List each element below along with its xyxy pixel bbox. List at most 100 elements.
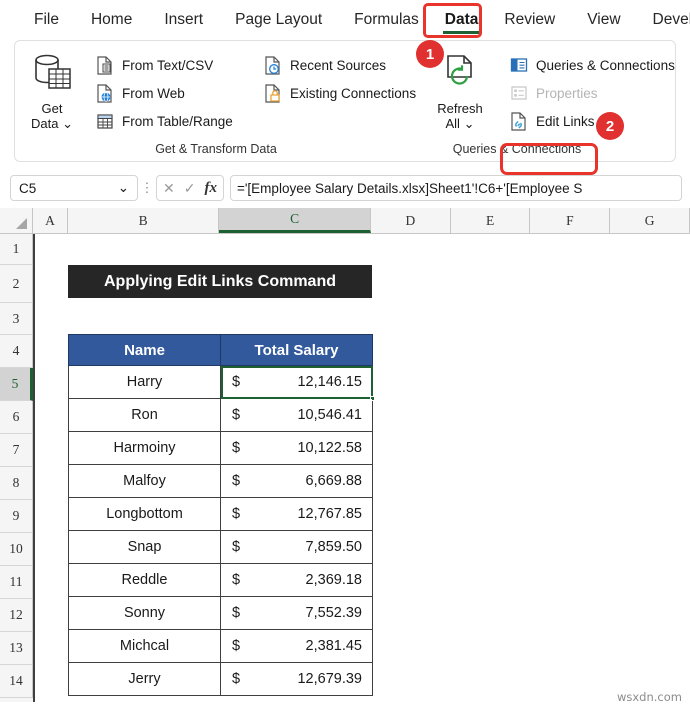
chevron-down-icon[interactable]: ⌄ [118,180,129,196]
row-header-12[interactable]: 12 [0,599,33,632]
formula-input[interactable]: ='[Employee Salary Details.xlsx]Sheet1'!… [229,175,682,201]
salary-table: Name Total Salary Harry $ 12,146.15 Ron … [68,334,375,696]
tab-insert[interactable]: Insert [148,0,219,40]
tab-home[interactable]: Home [75,0,148,40]
cell-name[interactable]: Longbottom [68,497,221,531]
cell-name[interactable]: Sonny [68,596,221,630]
table-row[interactable]: Michcal $ 2,381.45 [68,629,373,663]
tab-file[interactable]: File [18,0,75,40]
enter-icon[interactable]: ✓ [184,180,196,197]
tab-data-label: Data [444,11,479,28]
more-options-icon[interactable]: ⋮ [138,180,156,196]
edit-links-label: Edit Links [536,113,595,129]
table-row[interactable]: Harry $ 12,146.15 [68,365,375,401]
cell-salary[interactable]: $ 10,122.58 [220,431,373,465]
column-header-a[interactable]: A [33,208,68,233]
column-header-e[interactable]: E [450,208,531,233]
cancel-icon[interactable]: ✕ [163,180,175,197]
chevron-down-icon[interactable]: ⌄ [464,116,475,131]
cell-salary[interactable]: $ 12,767.85 [220,497,373,531]
row-header-3[interactable]: 3 [0,303,33,335]
salary-amount: 12,767.85 [297,506,362,522]
select-all-corner[interactable] [0,208,33,233]
cell-salary[interactable]: $ 7,859.50 [220,530,373,564]
row-header-13[interactable]: 13 [0,632,33,665]
get-data-line2: Data [31,116,59,131]
tab-review[interactable]: Review [488,0,571,40]
table-row[interactable]: Jerry $ 12,679.39 [68,662,373,696]
cell-salary[interactable]: $ 12,679.39 [220,662,373,696]
table-row[interactable]: Reddle $ 2,369.18 [68,563,373,597]
cell-name[interactable]: Ron [68,398,221,432]
salary-amount: 2,369.18 [305,572,362,588]
queries-connections-column: Queries & Connections Properties Edit Li… [503,49,675,135]
salary-amount: 7,552.39 [305,605,362,621]
row-header-9[interactable]: 9 [0,500,33,533]
cell-name[interactable]: Jerry [68,662,221,696]
get-data-button[interactable]: Get Data ⌄ [15,49,89,131]
tab-view[interactable]: View [571,0,636,40]
cell-salary[interactable]: $ 2,369.18 [220,563,373,597]
row-header-4[interactable]: 4 [0,335,33,368]
row-header-14[interactable]: 14 [0,665,33,698]
table-row[interactable]: Sonny $ 7,552.39 [68,596,373,630]
cell-salary-selected[interactable]: $ 12,146.15 [220,365,375,401]
tab-developer[interactable]: Developer [637,0,690,40]
table-row[interactable]: Malfoy $ 6,669.88 [68,464,373,498]
from-web-button[interactable]: From Web [89,79,257,107]
currency-symbol: $ [232,374,241,390]
column-header-c[interactable]: C [219,208,371,233]
currency-symbol: $ [232,539,241,555]
from-text-csv-button[interactable]: From Text/CSV [89,51,257,79]
row-header-7[interactable]: 7 [0,434,33,467]
ribbon-group-queries-connections: Refresh All ⌄ Queries & Connections Prop… [417,41,675,161]
column-header-d[interactable]: D [370,208,451,233]
from-table-range-button[interactable]: From Table/Range [89,107,257,135]
currency-symbol: $ [232,473,241,489]
cell-salary[interactable]: $ 10,546.41 [220,398,373,432]
cell-name[interactable]: Harmoiny [68,431,221,465]
row-header-10[interactable]: 10 [0,533,33,566]
cell-name[interactable]: Reddle [68,563,221,597]
chevron-down-icon[interactable]: ⌄ [62,116,73,131]
existing-connections-button[interactable]: Existing Connections [257,79,417,107]
cell-salary[interactable]: $ 7,552.39 [220,596,373,630]
queries-and-connections-button[interactable]: Queries & Connections [503,51,675,79]
tab-data[interactable]: Data [435,0,489,40]
cell-name[interactable]: Harry [68,365,221,399]
insert-function-icon[interactable]: fx [204,180,217,197]
table-row[interactable]: Harmoiny $ 10,122.58 [68,431,373,465]
group-label-get-transform-data: Get & Transform Data [155,142,277,156]
table-row[interactable]: Longbottom $ 12,767.85 [68,497,373,531]
recent-sources-button[interactable]: Recent Sources [257,51,417,79]
row-header-2[interactable]: 2 [0,265,33,303]
table-row[interactable]: Snap $ 7,859.50 [68,530,373,564]
column-header-b[interactable]: B [67,208,220,233]
properties-icon [509,83,529,103]
callout-badge-1: 1 [416,40,444,68]
edit-links-icon [509,111,529,131]
name-box[interactable]: C5 ⌄ [10,175,138,201]
row-header-6[interactable]: 6 [0,401,33,434]
cell-salary[interactable]: $ 2,381.45 [220,629,373,663]
existing-connections-label: Existing Connections [290,85,417,101]
row-header-1[interactable]: 1 [0,234,33,265]
currency-symbol: $ [232,440,241,456]
formula-action-buttons: ✕ ✓ fx [156,175,224,201]
cell-name[interactable]: Malfoy [68,464,221,498]
column-header-f[interactable]: F [530,208,611,233]
table-row[interactable]: Ron $ 10,546.41 [68,398,373,432]
salary-amount: 10,546.41 [297,407,362,423]
row-header-5[interactable]: 5 [0,368,33,401]
cell-name[interactable]: Michcal [68,629,221,663]
refresh-all-icon [440,53,480,98]
tab-page-layout[interactable]: Page Layout [219,0,338,40]
column-header-g[interactable]: G [610,208,690,233]
row-header-11[interactable]: 11 [0,566,33,599]
edit-links-button[interactable]: Edit Links [503,107,675,135]
cell-name[interactable]: Snap [68,530,221,564]
get-data-label: Get Data ⌄ [31,101,73,131]
cell-salary[interactable]: $ 6,669.88 [220,464,373,498]
tab-formulas[interactable]: Formulas [338,0,435,40]
row-header-8[interactable]: 8 [0,467,33,500]
